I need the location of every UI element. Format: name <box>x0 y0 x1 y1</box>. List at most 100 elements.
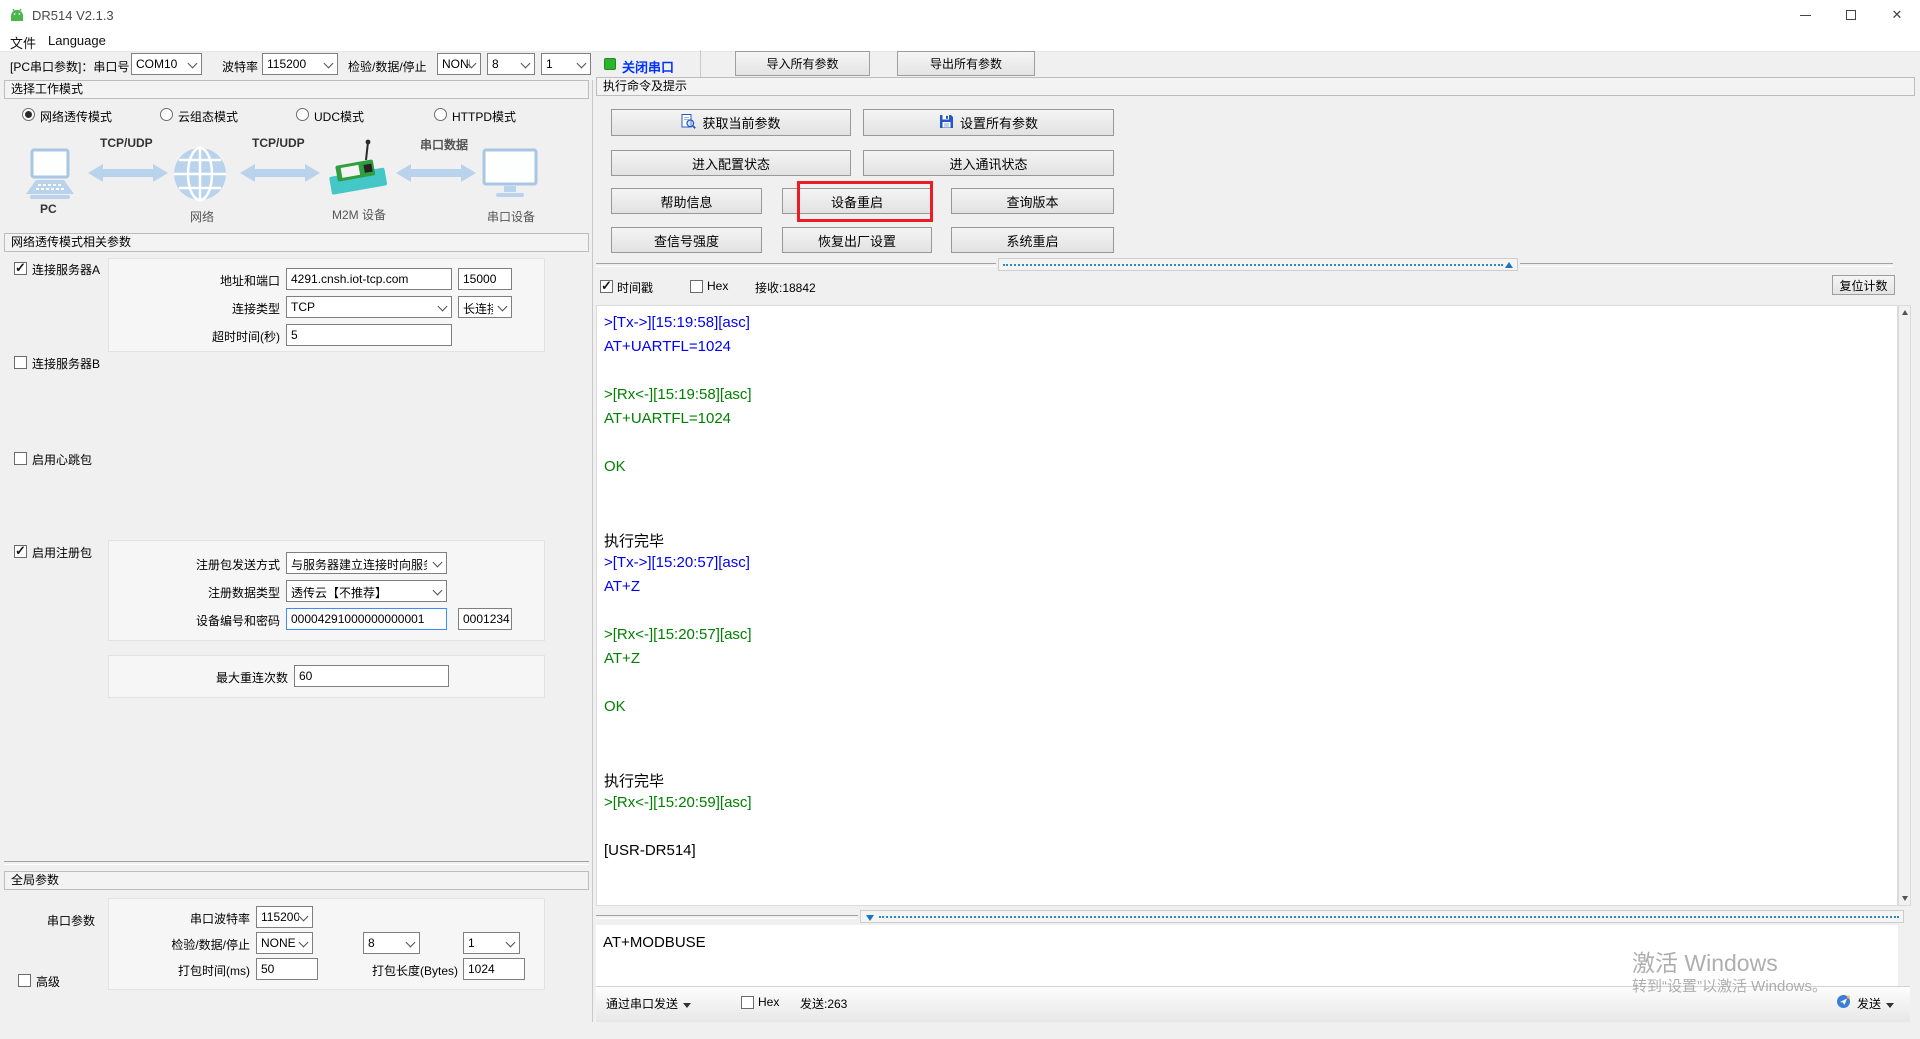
close-port-button[interactable]: 关闭串口 <box>622 57 674 76</box>
minimize-button[interactable] <box>1782 0 1828 30</box>
menu-language[interactable]: Language <box>48 33 106 48</box>
heartbeat-checkbox[interactable] <box>14 452 27 465</box>
export-params-button[interactable]: 导出所有参数 <box>897 51 1035 76</box>
radio-cloud-label[interactable]: 云组态模式 <box>178 108 238 125</box>
title-bar: DR514 V2.1.3 ✕ <box>0 0 1920 30</box>
enter-comm-state-button[interactable]: 进入通讯状态 <box>863 150 1114 176</box>
font-size-trackbar[interactable] <box>998 258 1518 271</box>
set-all-params-button[interactable]: 设置所有参数 <box>863 109 1114 136</box>
g-stopbits-select[interactable]: 1 <box>463 932 520 954</box>
timeout-label: 超时时间(秒) <box>160 328 280 345</box>
global-params-header: 全局参数 <box>4 871 589 890</box>
g-databits-select[interactable]: 8 <box>363 932 420 954</box>
parity-select[interactable]: NONE <box>437 53 481 75</box>
reconnect-input[interactable]: 60 <box>294 665 449 687</box>
radio-udc-mode[interactable] <box>296 108 309 121</box>
radio-udc-label[interactable]: UDC模式 <box>314 108 364 125</box>
log-line: AT+UARTFL=1024 <box>604 338 1897 362</box>
send-via-serial-button[interactable]: 通过串口发送 <box>606 995 691 1012</box>
trackbar-thumb-icon[interactable] <box>1505 262 1513 268</box>
g-baud-select[interactable]: 115200 <box>256 906 313 928</box>
radio-httpd-mode[interactable] <box>434 108 447 121</box>
sent-count: 发送:263 <box>800 995 847 1012</box>
arrow-bidirectional-icon <box>396 162 476 189</box>
reg-send-mode-select[interactable]: 与服务器建立连接时向服务 <box>286 552 447 574</box>
system-restart-button[interactable]: 系统重启 <box>951 227 1114 253</box>
diagram-node-m2m-label: M2M 设备 <box>332 206 386 223</box>
server-address-input[interactable]: 4291.cnsh.iot-tcp.com <box>286 268 452 290</box>
pack-len-input[interactable]: 1024 <box>463 958 525 980</box>
stopbits-select[interactable]: 1 <box>541 53 591 75</box>
scroll-up-icon[interactable] <box>1902 310 1908 315</box>
send-font-trackbar[interactable] <box>860 910 1904 923</box>
conn-keep-select[interactable]: 长连接 <box>458 296 512 318</box>
pc-serial-params-label: [PC串口参数]：串口号 <box>10 58 129 75</box>
reg-data-type-select[interactable]: 透传云【不推荐】 <box>286 580 447 602</box>
chevron-down-icon <box>324 59 334 69</box>
minimize-icon <box>1800 15 1811 16</box>
save-floppy-icon <box>939 114 954 132</box>
regpack-checkbox[interactable] <box>14 545 27 558</box>
log-line: OK <box>604 458 1897 482</box>
diagram-node-pc-label: PC <box>40 202 57 216</box>
databits-select[interactable]: 8 <box>487 53 535 75</box>
radio-net-transparent-mode[interactable] <box>22 108 35 121</box>
get-current-params-button[interactable]: 获取当前参数 <box>611 109 851 136</box>
query-signal-button[interactable]: 查信号强度 <box>611 227 762 253</box>
radio-net-transparent-label[interactable]: 网络透传模式 <box>40 108 112 125</box>
log-line <box>604 818 1897 842</box>
send-hex-checkbox[interactable] <box>741 996 754 1009</box>
server-a-checkbox[interactable] <box>14 262 27 275</box>
pack-len-label: 打包长度(Bytes) <box>340 962 458 979</box>
server-b-checkbox[interactable] <box>14 356 27 369</box>
app-window: { "colors":{"tx_blue":"#0000f2","rx_gree… <box>0 0 1920 1039</box>
recv-hex-checkbox[interactable] <box>690 280 703 293</box>
reg-send-mode-label: 注册包发送方式 <box>160 556 280 573</box>
reset-counter-button[interactable]: 复位计数 <box>1832 275 1895 295</box>
server-port-input[interactable]: 15000 <box>458 268 512 290</box>
import-params-button[interactable]: 导入所有参数 <box>735 51 870 76</box>
device-id-input[interactable]: 00004291000000000001 <box>286 608 447 630</box>
device-id-pwd-label: 设备编号和密码 <box>160 612 280 629</box>
timestamp-checkbox[interactable] <box>600 280 613 293</box>
factory-reset-button[interactable]: 恢复出厂设置 <box>782 227 932 253</box>
splitter-line <box>596 915 858 919</box>
log-line: AT+Z <box>604 578 1897 602</box>
diagram-link-tcpudp2-label: TCP/UDP <box>252 136 305 150</box>
timeout-input[interactable]: 5 <box>286 324 452 346</box>
radio-cloud-mode[interactable] <box>160 108 173 121</box>
pack-time-input[interactable]: 50 <box>256 958 318 980</box>
g-parity-select[interactable]: NONE <box>256 932 313 954</box>
conn-type-select[interactable]: TCP <box>286 296 452 318</box>
panel-divider <box>592 80 593 1022</box>
com-port-select[interactable]: COM10 <box>131 53 202 75</box>
scroll-down-icon[interactable] <box>1902 896 1908 901</box>
chevron-down-icon <box>433 558 443 568</box>
maximize-button[interactable] <box>1828 0 1874 30</box>
query-version-button[interactable]: 查询版本 <box>951 188 1114 214</box>
windows-activation-hint: 转到“设置”以激活 Windows。 <box>1632 975 1827 996</box>
log-line <box>604 602 1897 626</box>
parity-data-stop-label: 检验/数据/停止 <box>348 58 427 75</box>
close-button[interactable]: ✕ <box>1874 0 1920 30</box>
menu-file[interactable]: 文件 <box>10 33 36 52</box>
log-scrollbar[interactable] <box>1898 305 1911 906</box>
menu-bar <box>0 30 1920 52</box>
regpack-label: 启用注册包 <box>32 544 92 561</box>
send-button[interactable]: 发送 <box>1857 995 1894 1012</box>
help-info-button[interactable]: 帮助信息 <box>611 188 762 214</box>
trackbar-thumb-icon[interactable] <box>866 915 874 921</box>
radio-httpd-label[interactable]: HTTPD模式 <box>452 108 516 125</box>
chevron-down-icon <box>521 59 531 69</box>
search-doc-icon <box>681 114 696 132</box>
diagram-node-net-label: 网络 <box>190 208 214 225</box>
baud-select[interactable]: 115200 <box>262 53 338 75</box>
enter-config-state-button[interactable]: 进入配置状态 <box>611 150 851 176</box>
recv-count: 接收:18842 <box>755 279 816 296</box>
device-password-input[interactable]: 0001234 <box>458 608 512 630</box>
log-output[interactable]: >[Tx->][15:19:58][asc] AT+UARTFL=1024 >[… <box>596 305 1898 906</box>
arrow-bidirectional-icon <box>88 162 168 189</box>
log-line: [USR-DR514] <box>604 842 1897 866</box>
net-params-header: 网络透传模式相关参数 <box>4 233 589 252</box>
advanced-checkbox[interactable] <box>18 974 31 987</box>
